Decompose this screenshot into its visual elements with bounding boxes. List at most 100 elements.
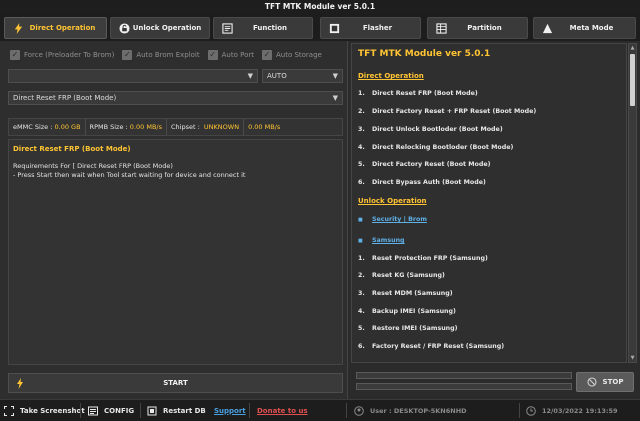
auto-port-label: Auto Port <box>221 51 254 59</box>
storage-select[interactable]: AUTO ▼ <box>262 69 343 83</box>
stop-button[interactable]: STOP <box>576 372 634 392</box>
operation-item[interactable]: 2. Reset KG (Samsung) <box>358 272 445 279</box>
datetime-text: 12/03/2022 19:13:59 <box>542 406 618 415</box>
tab-unlock-operation[interactable]: Unlock Operation <box>110 17 210 39</box>
take-screenshot-button[interactable]: Take Screenshot <box>4 400 85 421</box>
operation-item[interactable]: 4. Direct Relocking Bootloder (Boot Mode) <box>358 144 513 151</box>
bolt-icon <box>17 378 23 389</box>
screenshot-icon <box>4 405 14 416</box>
progress-bar-top <box>356 372 572 379</box>
chipset-label: Chipset : <box>170 123 200 131</box>
scrollbar-thumb[interactable] <box>630 54 635 106</box>
chevron-down-icon: ▼ <box>332 94 338 102</box>
progress-bar-bottom <box>356 383 572 390</box>
user-info: User : DESKTOP-5KN6NHD <box>354 400 467 421</box>
auto-brom-checkbox[interactable]: ✓ Auto Brom Exploit <box>122 50 200 60</box>
options-row: ✓ Force (Preloader To Brom) ✓ Auto Brom Ex… <box>10 49 330 61</box>
storage-select-value: AUTO <box>267 72 287 80</box>
database-icon <box>147 406 157 415</box>
config-icon <box>88 406 98 415</box>
operation-item[interactable]: 1. Direct Reset FRP (Boot Mode) <box>358 90 478 97</box>
operation-item[interactable]: 2. Direct Factory Reset + FRP Reset (Boot… <box>358 108 536 115</box>
tab-label: Flasher <box>362 24 393 32</box>
operation-item[interactable]: 5. Restore IMEI (Samsung) <box>358 325 458 332</box>
operation-select-value: Direct Reset FRP (Boot Mode) <box>13 94 117 102</box>
stop-icon <box>586 377 597 387</box>
auto-storage-label: Auto Storage <box>275 51 322 59</box>
log-line: Requirements For [ Direct Reset FRP (Boo… <box>13 162 173 170</box>
rpmb-value: 0.00 MB/s <box>129 123 162 131</box>
force-brom-checkbox[interactable]: ✓ Force (Preloader To Brom) <box>10 50 114 60</box>
operation-item[interactable]: 4. Backup IMEI (Samsung) <box>358 308 456 315</box>
config-button[interactable]: CONFIG <box>88 400 134 421</box>
divider <box>249 403 250 418</box>
tab-meta-mode[interactable]: Meta Mode <box>533 17 636 39</box>
tab-direct-operation[interactable]: Direct Operation <box>4 17 107 39</box>
operation-item[interactable]: 6. Direct Bypass Auth (Boot Mode) <box>358 179 486 186</box>
section-direct-operation: Direct Operation <box>358 72 424 80</box>
port-select[interactable]: ▼ <box>8 69 258 83</box>
tab-bar: Direct Operation Unlock Operation Functi… <box>0 14 640 41</box>
status-bar: Take Screenshot CONFIG Restart DB Suppor… <box>0 399 640 421</box>
restart-db-label: Restart DB <box>163 406 206 415</box>
start-button[interactable]: START <box>8 373 343 393</box>
bolt-icon <box>14 23 23 34</box>
check-icon: ✓ <box>10 50 20 60</box>
emmc-value: 0.00 GB <box>54 123 81 131</box>
tab-label: Meta Mode <box>569 24 614 32</box>
device-info-bar: eMMC Size : 0.00 GB RPMB Size : 0.00 MB/… <box>8 118 343 136</box>
tab-flasher[interactable]: Flasher <box>320 17 421 39</box>
tab-label: Unlock Operation <box>132 24 202 32</box>
section-unlock-operation: Unlock Operation <box>358 197 427 205</box>
window-title: TFT MTK Module ver 5.0.1 <box>0 0 640 14</box>
tab-label: Direct Operation <box>29 24 96 32</box>
speed-value: 0.00 MB/s <box>248 123 281 131</box>
operation-item[interactable]: 5. Direct Factory Reset (Boot Mode) <box>358 161 490 168</box>
check-icon: ✓ <box>207 50 218 60</box>
operations-header: TFT MTK Module ver 5.0.1 <box>358 49 491 59</box>
check-icon: ✓ <box>122 50 133 60</box>
take-screenshot-label: Take Screenshot <box>20 406 85 415</box>
function-icon <box>222 23 233 34</box>
divider <box>140 403 141 418</box>
chipset: Chipset : UNKNOWN <box>167 119 245 135</box>
operation-item[interactable]: 6. Factory Reset / FRP Reset (Samsung) <box>358 343 504 350</box>
scroll-up-icon[interactable]: ▲ <box>629 44 636 52</box>
emmc-size: eMMC Size : 0.00 GB <box>9 119 86 135</box>
tab-function[interactable]: Function <box>213 17 313 39</box>
right-panel: TFT MTK Module ver 5.0.1 Direct Operatio… <box>347 41 640 399</box>
tab-partition[interactable]: Partition <box>427 17 528 39</box>
tab-label: Partition <box>467 24 502 32</box>
operations-scrollbar[interactable]: ▲ ▼ <box>628 43 637 363</box>
start-label: START <box>163 379 188 387</box>
samsung-link[interactable]: ■ Samsung <box>358 237 405 244</box>
meta-icon <box>542 23 553 34</box>
security-brom-link[interactable]: ■ Security | Brom <box>358 216 427 223</box>
speed: 0.00 MB/s <box>244 119 284 135</box>
emmc-label: eMMC Size : <box>13 123 53 131</box>
tab-label: Function <box>252 24 288 32</box>
stop-label: STOP <box>602 378 624 386</box>
log-output: Direct Reset FRP (Boot Mode) Requirement… <box>8 139 343 365</box>
check-icon: ✓ <box>261 50 272 60</box>
partition-icon <box>436 23 447 34</box>
clock-icon <box>526 405 536 416</box>
scroll-down-icon[interactable]: ▼ <box>629 354 636 362</box>
operation-item[interactable]: 3. Reset MDM (Samsung) <box>358 290 453 297</box>
force-brom-label: Force (Preloader To Brom) <box>24 51 115 59</box>
auto-port-checkbox[interactable]: ✓ Auto Port <box>207 50 254 60</box>
config-label: CONFIG <box>104 406 135 415</box>
operation-item[interactable]: 3. Direct Unlock Bootloder (Boot Mode) <box>358 126 503 133</box>
rpmb-label: RPMB Size : <box>89 123 128 131</box>
operation-item[interactable]: 1. Reset Protection FRP (Samsung) <box>358 255 488 262</box>
auto-brom-label: Auto Brom Exploit <box>136 51 200 59</box>
restart-db-button[interactable]: Restart DB <box>147 400 206 421</box>
rpmb-size: RPMB Size : 0.00 MB/s <box>86 119 167 135</box>
user-icon <box>354 405 364 416</box>
donate-link[interactable]: Donate to us <box>257 400 308 421</box>
auto-storage-checkbox[interactable]: ✓ Auto Storage <box>261 50 322 60</box>
support-link[interactable]: Support <box>214 400 246 421</box>
log-line: - Press Start then wait when Tool start … <box>13 171 246 179</box>
user-text: User : DESKTOP-5KN6NHD <box>370 406 467 415</box>
operation-select[interactable]: Direct Reset FRP (Boot Mode) ▼ <box>8 91 343 105</box>
